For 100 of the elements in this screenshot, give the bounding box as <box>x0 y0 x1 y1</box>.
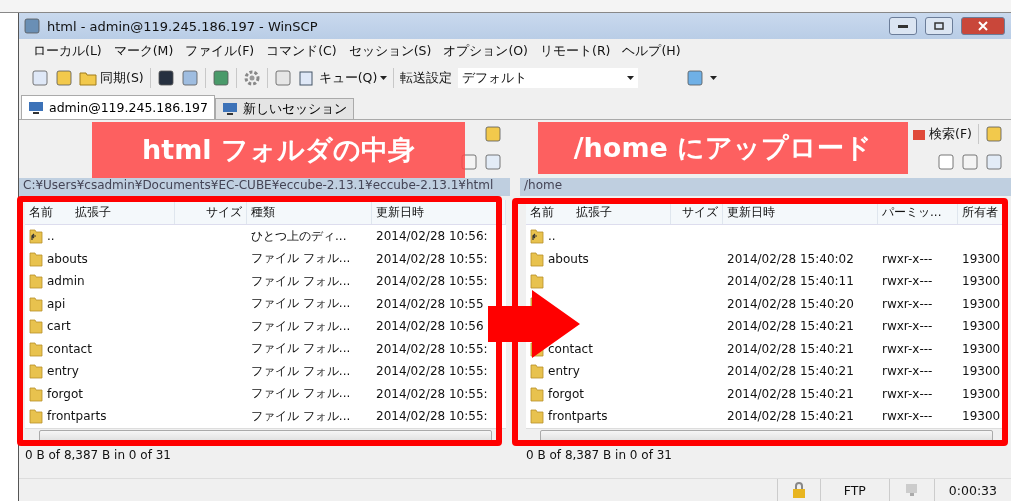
file-name-cell[interactable]: forgot <box>526 385 671 402</box>
table-cell-text: 19300 <box>961 364 1002 379</box>
table-cell-text: 2014/02/28 10:56 <box>375 319 485 334</box>
file-name-cell[interactable]: frontparts <box>25 408 175 425</box>
table-cell-text: 2014/02/28 10:55: <box>375 274 489 289</box>
menu-item[interactable]: ローカル(L) <box>33 42 102 60</box>
table-cell-text: rwxr-x--- <box>881 251 934 266</box>
table-cell-text: 19300 <box>961 319 1002 334</box>
menu-item[interactable]: ファイル(F) <box>185 42 255 60</box>
status-text: 0 B of 8,387 B in 0 of 31 <box>24 446 172 464</box>
table-cell-text: 2014/02/28 15:40:21 <box>726 364 855 379</box>
table-cell-text: 2014/02/28 10:55: <box>375 341 489 356</box>
table-cell-text: 2014/02/28 10:55: <box>375 409 489 424</box>
table-cell-text: ファイル フォル... <box>250 362 352 380</box>
file-name-cell[interactable]: admin <box>25 273 175 290</box>
column-header[interactable]: サイズ <box>671 200 723 224</box>
table-cell-text: ファイル フォル... <box>250 250 352 268</box>
table-cell-text: rwxr-x--- <box>881 364 934 379</box>
folder-icon <box>530 385 544 402</box>
file-name-cell[interactable]: .. <box>25 228 175 245</box>
menu-item[interactable]: セッション(S) <box>348 42 432 60</box>
lock-icon <box>791 482 806 498</box>
column-header[interactable]: パーミッ... <box>878 200 958 224</box>
file-name-cell[interactable]: abouts <box>526 250 671 267</box>
protocol-text: FTP <box>819 479 889 501</box>
table-cell-text: ファイル フォル... <box>250 295 352 313</box>
path-bar: C:¥Users¥csadmin¥Documents¥EC-CUBE¥eccube-2.13.1¥eccube-2.13.1¥html <box>19 178 510 196</box>
table-cell-text: ファイル フォル... <box>250 272 352 290</box>
folder-icon <box>530 363 544 380</box>
table-cell-text: ファイル フォル... <box>250 340 352 358</box>
column-header[interactable]: 更新日時 <box>372 200 506 224</box>
table-cell-text: 2014/02/28 10:55: <box>375 386 489 401</box>
table-cell-text: 2014/02/28 10:56: <box>375 229 489 244</box>
table-cell-text: 19300 <box>961 341 1002 356</box>
monitor-icon <box>222 102 239 116</box>
minimize-icon <box>898 24 908 28</box>
status-text: 0 B of 8,387 B in 0 of 31 <box>525 446 673 464</box>
menu-item[interactable]: ヘルプ(H) <box>622 42 681 60</box>
annotation-label: /home にアップロード <box>538 122 908 174</box>
table-cell-text: 2014/02/28 15:40:20 <box>726 296 855 311</box>
monitor-icon <box>28 100 44 115</box>
table-cell-text: rwxr-x--- <box>881 386 934 401</box>
folder-icon <box>29 408 43 425</box>
folder-icon <box>29 318 43 335</box>
column-header[interactable]: 名前 拡張子 <box>25 200 175 224</box>
table-cell-text: 2014/02/28 15:40:21 <box>726 409 855 424</box>
column-header[interactable]: 更新日時 <box>723 200 878 224</box>
menu-item[interactable]: コマンド(C) <box>266 42 337 60</box>
path-bar: /home <box>520 178 1011 196</box>
session-tab[interactable]: 新しいセッション <box>215 98 355 119</box>
sync-button[interactable]: 同期(S) <box>79 69 144 87</box>
file-name-cell[interactable]: contact <box>25 340 175 357</box>
table-cell-text: 19300 <box>961 296 1002 311</box>
table-cell-text: 2014/02/28 10:55: <box>375 364 489 379</box>
table-cell-text: 19300 <box>961 386 1002 401</box>
table-cell-text: rwxr-x--- <box>881 274 934 289</box>
file-name-cell[interactable]: .. <box>526 228 671 245</box>
close-icon <box>978 21 988 31</box>
transfer-settings-dropdown[interactable]: デフォルト <box>458 68 639 88</box>
close-button[interactable] <box>961 17 1005 35</box>
table-cell-text: 19300 <box>961 251 1002 266</box>
table-cell-text: rwxr-x--- <box>881 341 934 356</box>
maximize-icon <box>934 22 944 30</box>
parent-folder-icon <box>29 228 43 245</box>
settings-icon[interactable] <box>242 69 261 87</box>
table-cell-text: 2014/02/28 10:55 <box>375 296 485 311</box>
column-header[interactable]: 名前 拡張子 <box>526 200 671 224</box>
file-name-cell[interactable]: api <box>25 295 175 312</box>
folder-icon <box>29 250 43 267</box>
file-name-cell[interactable]: abouts <box>25 250 175 267</box>
table-cell-text: rwxr-x--- <box>881 296 934 311</box>
queue-button[interactable]: キュー(Q) <box>297 69 388 87</box>
folder-icon <box>29 363 43 380</box>
file-name-cell[interactable]: entry <box>25 363 175 380</box>
minimize-button[interactable] <box>889 17 917 35</box>
find-button[interactable]: 検索(F) <box>912 125 972 143</box>
annotation-label: html フォルダの中身 <box>92 122 465 178</box>
folder-icon <box>79 70 97 86</box>
column-header[interactable]: サイズ <box>175 200 247 224</box>
column-header[interactable]: 種類 <box>247 200 372 224</box>
table-cell-text: 2014/02/28 15:40:21 <box>726 386 855 401</box>
folder-icon <box>29 340 43 357</box>
table-cell-text: ファイル フォル... <box>250 317 352 335</box>
menu-item[interactable]: オプション(O) <box>443 42 528 60</box>
table-cell-text: 19300 <box>961 274 1002 289</box>
file-name-cell[interactable]: entry <box>526 363 671 380</box>
maximize-button[interactable] <box>925 17 953 35</box>
table-cell-text: 2014/02/28 15:40:02 <box>726 251 855 266</box>
menu-item[interactable]: マーク(M) <box>113 42 174 60</box>
file-name-cell[interactable]: frontparts <box>526 408 671 425</box>
folder-icon <box>530 250 544 267</box>
caret-icon <box>710 76 718 80</box>
folder-icon <box>29 273 43 290</box>
session-tab[interactable]: admin@119.245.186.197 <box>21 95 216 119</box>
table-cell-text: ファイル フォル... <box>250 385 352 403</box>
column-header[interactable]: 所有者 <box>958 200 1007 224</box>
file-name-cell[interactable]: forgot <box>25 385 175 402</box>
file-name-cell[interactable]: cart <box>25 318 175 335</box>
menu-item[interactable]: リモート(R) <box>540 42 611 60</box>
table-cell-text: 2014/02/28 15:40:21 <box>726 319 855 334</box>
